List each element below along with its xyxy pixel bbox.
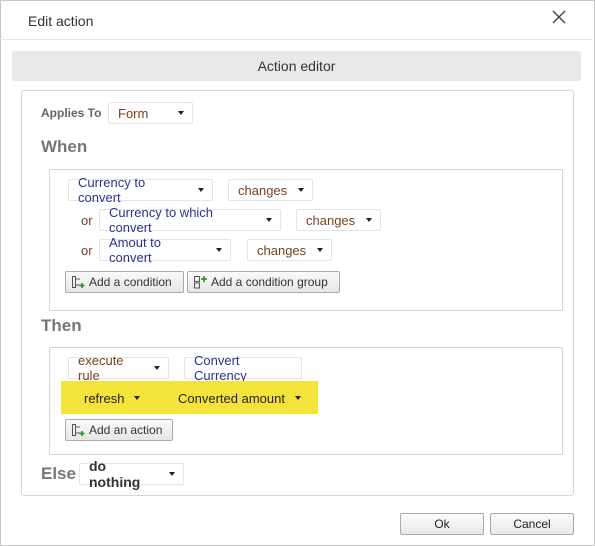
when-heading: When <box>41 137 88 156</box>
condition-field-value: Currency to convert <box>78 175 146 205</box>
condition-connector: or <box>81 243 93 258</box>
action-editor-header-label: Action editor <box>257 58 336 74</box>
condition-field-dropdown[interactable]: Currency to convert <box>68 175 213 205</box>
then-heading: Then <box>41 316 82 335</box>
dialog-title: Edit action <box>28 13 94 29</box>
chevron-down-icon <box>198 188 204 192</box>
add-condition-icon <box>71 275 85 289</box>
action-target-value: Convert Currency <box>194 353 247 383</box>
else-action-dropdown[interactable]: do nothing <box>79 458 184 490</box>
add-condition-group-button[interactable]: Add a condition group <box>187 271 340 293</box>
chevron-down-icon <box>154 366 160 370</box>
add-condition-button[interactable]: Add a condition <box>65 271 184 293</box>
condition-field-value: Amout to convert <box>109 235 162 265</box>
action-verb-value: refresh <box>84 390 125 406</box>
chevron-down-icon <box>317 248 323 252</box>
chevron-down-icon <box>169 472 175 476</box>
add-group-icon <box>193 275 207 289</box>
action-target-field[interactable]: Convert Currency <box>184 353 302 383</box>
condition-operator-value: changes <box>306 212 356 228</box>
chevron-down-icon <box>216 248 222 252</box>
chevron-down-icon <box>178 111 184 115</box>
applies-to-value: Form <box>118 105 149 121</box>
chevron-down-icon <box>266 218 272 222</box>
add-condition-group-label: Add a condition group <box>211 275 328 289</box>
condition-field-dropdown[interactable]: Currency to which convert <box>99 205 281 235</box>
close-icon[interactable] <box>548 6 570 28</box>
chevron-down-icon <box>294 396 301 400</box>
condition-operator-value: changes <box>257 242 307 258</box>
condition-operator-dropdown[interactable]: changes <box>296 209 381 231</box>
condition-operator-dropdown[interactable]: changes <box>247 239 332 261</box>
applies-to-dropdown[interactable]: Form <box>108 102 193 124</box>
cancel-button-label: Cancel <box>513 517 551 531</box>
cancel-button[interactable]: Cancel <box>490 513 574 535</box>
action-target-dropdown[interactable]: Converted amount <box>170 387 310 409</box>
chevron-down-icon <box>134 396 141 400</box>
condition-operator-value: changes <box>238 182 288 198</box>
add-action-icon <box>71 423 85 437</box>
action-verb-value: execute rule <box>78 353 124 383</box>
condition-connector: or <box>81 213 93 228</box>
action-verb-dropdown[interactable]: refresh <box>76 387 153 409</box>
add-condition-label: Add a condition <box>89 275 172 289</box>
action-verb-dropdown[interactable]: execute rule <box>68 353 169 383</box>
chevron-down-icon <box>298 188 304 192</box>
action-editor-header: Action editor <box>12 51 581 81</box>
condition-operator-dropdown[interactable]: changes <box>228 179 313 201</box>
else-heading: Else <box>41 464 76 483</box>
else-action-value: do nothing <box>89 458 141 490</box>
ok-button[interactable]: Ok <box>400 513 484 535</box>
condition-field-dropdown[interactable]: Amout to convert <box>99 235 231 265</box>
add-action-button[interactable]: Add an action <box>65 419 173 441</box>
add-action-label: Add an action <box>89 423 163 437</box>
applies-to-label: Applies To <box>41 106 102 120</box>
condition-field-value: Currency to which convert <box>109 205 214 235</box>
ok-button-label: Ok <box>434 517 450 531</box>
action-target-value: Converted amount <box>178 390 285 406</box>
title-divider <box>0 39 593 40</box>
chevron-down-icon <box>366 218 372 222</box>
